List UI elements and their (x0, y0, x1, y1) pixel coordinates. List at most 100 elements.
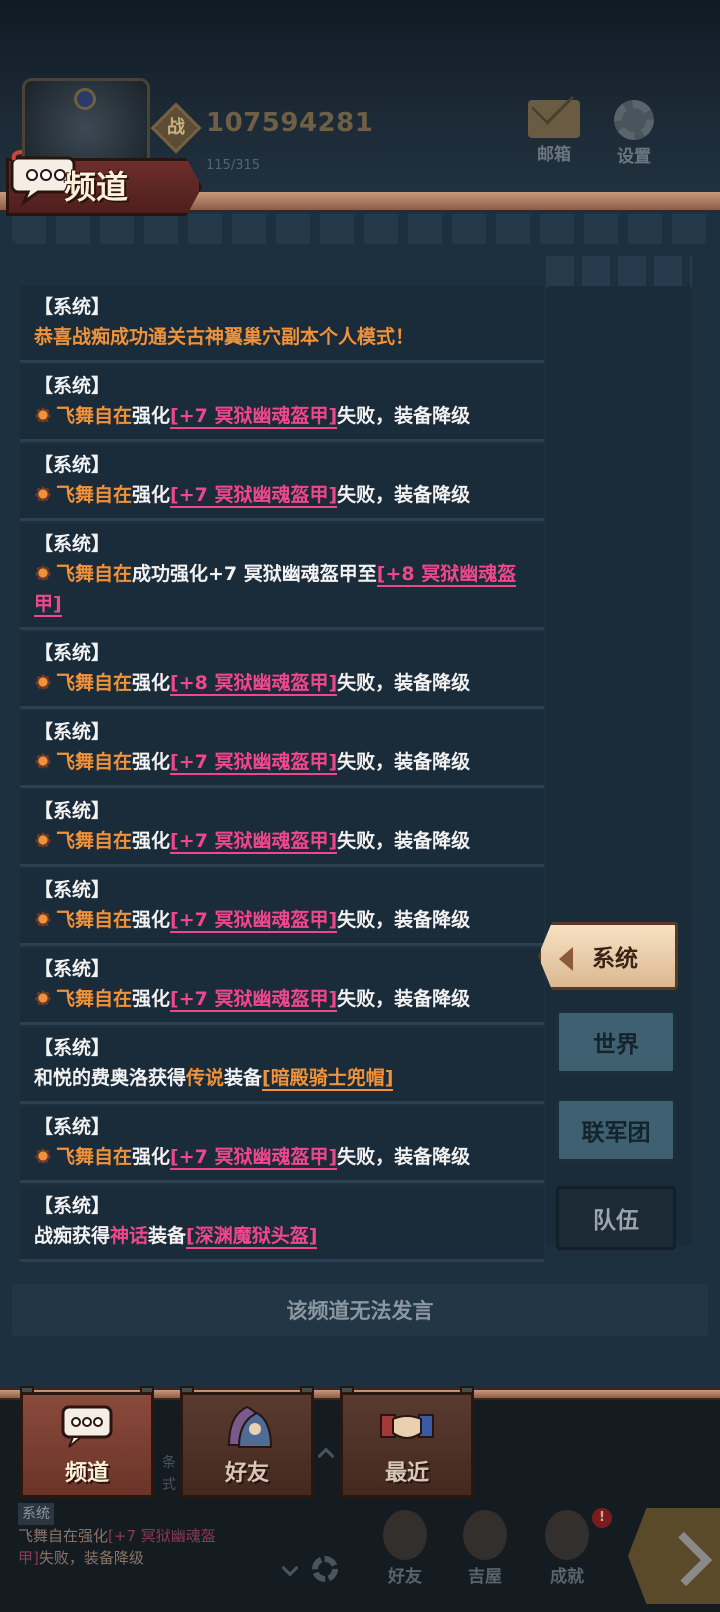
message-channel-tag: 【系统】 (34, 958, 111, 980)
hud-friends-label: 好友 (388, 1567, 422, 1587)
tab-system[interactable]: 系统 (538, 922, 678, 990)
player-name[interactable]: 飞舞自在 (56, 672, 132, 694)
tab-legion[interactable]: 联军团 (556, 1098, 676, 1162)
tab-system-label: 系统 (592, 946, 638, 972)
bottom-tab-channel[interactable]: 频道 (20, 1392, 154, 1498)
mini-chat-rest: 失败，装备降级 (38, 1549, 144, 1567)
item-link[interactable]: [+7 冥狱幽魂盔甲] (170, 988, 338, 1012)
message-list[interactable]: 【系统】 恭喜战痴成功通关古神翼巢穴副本个人模式！ 【系统】 飞舞自在强化[+7 冥狱… (20, 286, 544, 1264)
message-item[interactable]: 【系统】 飞舞自在强化[+7 冥狱幽魂盔甲]失败，装备降级 (20, 790, 544, 867)
message-item[interactable]: 【系统】飞舞自在强化[+7 冥狱幽魂盔甲]失败，装备降级 (20, 365, 544, 442)
player-name[interactable]: 飞舞自在 (56, 909, 132, 931)
item-link[interactable]: [+7 冥狱幽魂盔甲] (170, 909, 338, 933)
message-channel-tag: 【系统】 (34, 642, 111, 664)
mini-chat-name: 飞舞自在 (18, 1527, 79, 1545)
player-name[interactable]: 飞舞自在 (56, 405, 132, 427)
message-body: 飞舞自在强化[+7 冥狱幽魂盔甲]失败，装备降级 (34, 1142, 530, 1172)
message-channel-tag: 【系统】 (34, 296, 111, 318)
handshake-icon (380, 1414, 434, 1439)
chat-bubble-icon (61, 1405, 113, 1448)
message-item[interactable]: 【系统】 飞舞自在强化[+7 冥狱幽魂盔甲]失败，装备降级 (20, 948, 544, 1025)
medal-icon (34, 673, 52, 691)
player-name[interactable]: 飞舞自在 (56, 988, 132, 1010)
tab-world[interactable]: 世界 (556, 1010, 676, 1074)
chat-input-disabled: 该频道无法发言 (12, 1284, 708, 1336)
rarity-text: 神话 (110, 1225, 149, 1247)
player-name[interactable]: 传说 (186, 1067, 224, 1089)
item-link[interactable]: [+7 冥狱幽魂盔甲] (170, 1146, 338, 1170)
player-name[interactable]: 飞舞自在 (56, 563, 132, 585)
player-name[interactable]: 飞舞自在 (56, 830, 132, 852)
message-item[interactable]: 【系统】飞舞自在强化[+8 冥狱幽魂盔甲]失败，装备降级 (20, 632, 544, 709)
message-item[interactable]: 【系统】 飞舞自在成功强化+7 冥狱幽魂盔甲至[+8 冥狱幽魂盔甲] (20, 523, 544, 630)
arrow-forward-button[interactable] (628, 1508, 720, 1604)
message-text: 强化 (132, 909, 171, 931)
message-body: 和悦的费奥洛获得传说装备[暗殿骑士兜帽] (34, 1063, 530, 1093)
player-name[interactable]: 恭喜战痴成功通关古神翼巢穴副本个人模式！ (34, 326, 414, 348)
message-channel-tag: 【系统】 (34, 1116, 111, 1138)
message-text: 装备 (224, 1067, 263, 1089)
page-title: 频道 (64, 168, 129, 206)
bottom-tab-friends[interactable]: 好友 (180, 1392, 314, 1498)
bottom-tab-channel-label: 频道 (64, 1461, 109, 1486)
item-link[interactable]: [+8 冥狱幽魂盔甲] (170, 672, 338, 696)
message-item[interactable]: 【系统】飞舞自在强化[+7 冥狱幽魂盔甲]失败，装备降级 (20, 1106, 544, 1183)
message-body: 战痴获得神话装备[深渊魔狱头盔] (34, 1221, 530, 1251)
message-text: 强化 (132, 672, 171, 694)
player-name[interactable]: 飞舞自在 (56, 484, 132, 506)
mini-chat-item: [+7 冥狱幽魂盔 (108, 1527, 216, 1545)
combat-power-value: 107594281 (206, 108, 374, 138)
medal-icon (34, 910, 52, 928)
bottom-tab-recent[interactable]: 最近 (340, 1392, 474, 1498)
message-body: 飞舞自在强化[+7 冥狱幽魂盔甲]失败，装备降级 (34, 401, 530, 431)
message-text: 强化 (132, 751, 171, 773)
player-name[interactable]: 飞舞自在 (56, 1146, 132, 1168)
message-channel-tag: 【系统】 (34, 375, 111, 397)
message-text: 失败，装备降级 (337, 484, 471, 506)
mail-button[interactable]: 邮箱 (522, 100, 586, 165)
item-link[interactable]: [+7 冥狱幽魂盔甲] (170, 830, 338, 854)
message-channel-tag: 【系统】 (34, 879, 111, 901)
item-link[interactable]: [+7 冥狱幽魂盔甲] (170, 751, 338, 775)
message-channel-tag: 【系统】 (34, 1037, 111, 1059)
item-link[interactable]: [+7 冥狱幽魂盔甲] (170, 484, 338, 508)
player-name[interactable]: 飞舞自在 (56, 751, 132, 773)
hooded-figure-icon (227, 1405, 273, 1448)
settings-button[interactable]: 设置 (602, 100, 666, 167)
mini-chat-preview[interactable]: 系统 飞舞自在强化[+7 冥狱幽魂盔 甲]失败，装备降级 (18, 1502, 314, 1602)
message-body: 飞舞自在强化[+8 冥狱幽魂盔甲]失败，装备降级 (34, 668, 530, 698)
gear-icon[interactable] (312, 1556, 338, 1582)
message-item[interactable]: 【系统】 飞舞自在强化[+7 冥狱幽魂盔甲]失败，装备降级 (20, 711, 544, 788)
message-item[interactable]: 【系统】和悦的费奥洛获得传说装备[暗殿骑士兜帽] (20, 1027, 544, 1104)
message-text: 强化 (132, 405, 171, 427)
item-link[interactable]: [深渊魔狱头盔] (186, 1225, 318, 1249)
message-text: 失败，装备降级 (337, 909, 471, 931)
message-text: 和悦的费奥洛获得 (34, 1067, 187, 1089)
mini-chat-tag: 系统 (18, 1503, 54, 1525)
message-text: 强化 (132, 830, 171, 852)
message-text: 失败，装备降级 (337, 988, 471, 1010)
message-item[interactable]: 【系统】恭喜战痴成功通关古神翼巢穴副本个人模式！ (20, 286, 544, 363)
message-channel-tag: 【系统】 (34, 533, 111, 555)
medal-icon (34, 1147, 52, 1165)
message-body: 飞舞自在强化[+7 冥狱幽魂盔甲]失败，装备降级 (34, 826, 530, 856)
bottom-tab-recent-label: 最近 (384, 1461, 429, 1486)
tab-team[interactable]: 队伍 (556, 1186, 676, 1250)
message-item[interactable]: 【系统】 战痴获得神话装备[深渊魔狱头盔] (20, 1185, 544, 1262)
medal-icon (34, 564, 52, 582)
item-link[interactable]: [暗殿骑士兜帽] (262, 1067, 394, 1091)
message-channel-tag: 【系统】 (34, 454, 111, 476)
hud-house-label: 吉屋 (468, 1567, 502, 1587)
message-item[interactable]: 【系统】飞舞自在强化[+7 冥狱幽魂盔甲]失败，装备降级 (20, 869, 544, 946)
message-body: 飞舞自在强化[+7 冥狱幽魂盔甲]失败，装备降级 (34, 747, 530, 777)
medal-icon (34, 831, 52, 849)
message-text: 装备 (148, 1225, 187, 1247)
bottom-tab-friends-label: 好友 (224, 1461, 269, 1486)
item-link[interactable]: [+7 冥狱幽魂盔甲] (170, 405, 338, 429)
hud-friends-button[interactable]: 好友 (372, 1510, 438, 1587)
message-item[interactable]: 【系统】 飞舞自在强化[+7 冥狱幽魂盔甲]失败，装备降级 (20, 444, 544, 521)
trophy-icon (545, 1510, 589, 1560)
gear-icon (614, 100, 654, 140)
hud-house-button[interactable]: 吉屋 (452, 1510, 518, 1587)
hud-achievement-button[interactable]: 成就 (534, 1510, 600, 1587)
